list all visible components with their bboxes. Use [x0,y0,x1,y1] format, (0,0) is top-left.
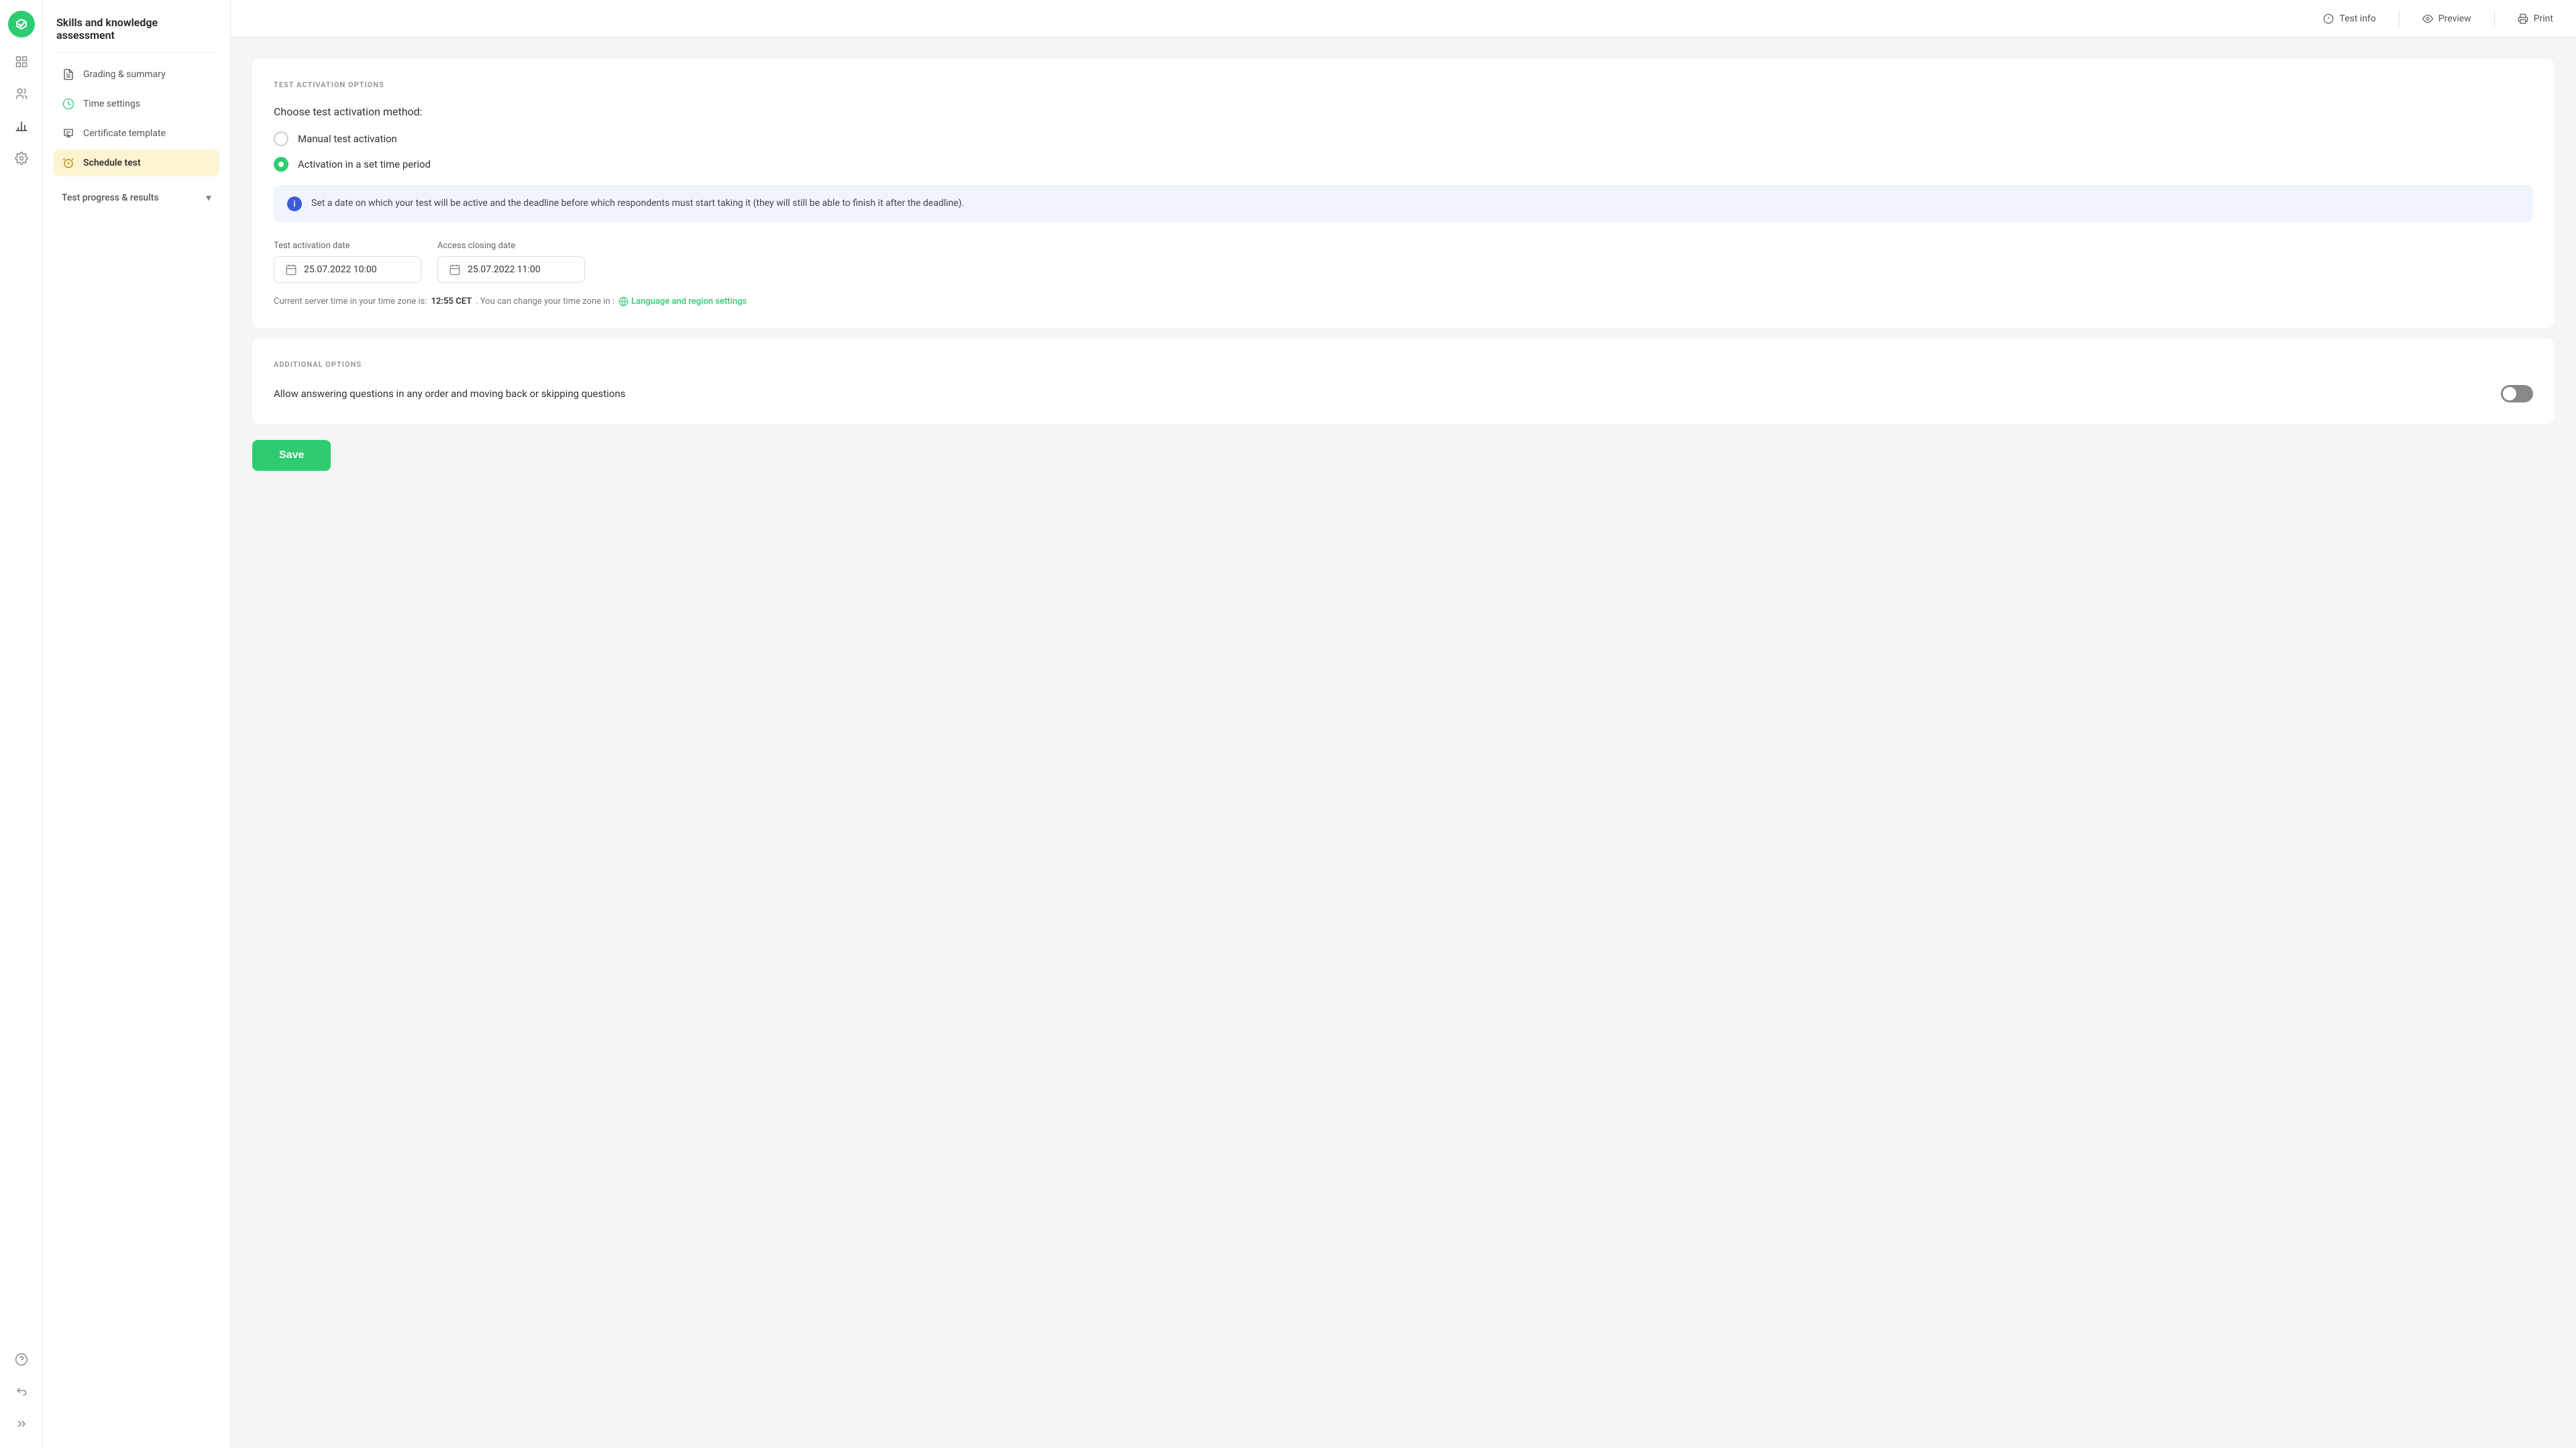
print-icon [2518,13,2528,24]
nav-section-test-progress[interactable]: Test progress & results ▾ [54,184,219,211]
additional-section-label: ADDITIONAL OPTIONS [274,360,2533,369]
cert-icon [62,127,75,140]
info-icon: i [287,197,302,211]
help-icon[interactable] [8,1346,35,1373]
expand-icon[interactable] [8,1410,35,1437]
info-circle-icon [2323,13,2334,24]
back-icon[interactable] [8,1378,35,1405]
closing-date-label: Access closing date [437,241,585,251]
calendar-icon-2 [449,264,461,276]
analytics-icon[interactable] [8,113,35,140]
language-region-label: Language and region settings [631,296,747,307]
sidebar-item-time-label: Time settings [83,99,140,109]
radio-manual-circle [274,131,288,146]
app-logo [8,11,35,38]
radio-set-time-circle [274,157,288,172]
preview-button[interactable]: Preview [2416,9,2478,28]
page-title: Skills and knowledge assessment [54,11,219,53]
sidebar-item-schedule[interactable]: Schedule test [54,150,219,176]
server-time-row: Current server time in your time zone is… [274,296,2533,307]
allow-any-order-toggle[interactable] [2501,385,2533,402]
settings-icon[interactable] [8,145,35,172]
save-button[interactable]: Save [252,440,331,471]
clock-icon [62,97,75,111]
scroll-area: TEST ACTIVATION OPTIONS Choose test acti… [231,38,2576,1448]
print-label: Print [2534,13,2553,24]
globe-icon [619,296,629,307]
icon-sidebar [0,0,43,1448]
toggle-label: Allow answering questions in any order a… [274,388,625,400]
radio-manual-label: Manual test activation [298,133,397,145]
closing-date-input[interactable]: 25.07.2022 11:00 [437,256,585,283]
test-info-button[interactable]: Test info [2316,9,2382,28]
save-button-row: Save [252,435,2555,482]
additional-options-card: ADDITIONAL OPTIONS Allow answering quest… [252,339,2555,424]
activation-section-label: TEST ACTIVATION OPTIONS [274,80,2533,89]
radio-set-time-label: Activation in a set time period [298,158,431,170]
separator-2 [2494,11,2495,27]
radio-set-time[interactable]: Activation in a set time period [274,157,2533,172]
sidebar-item-grading[interactable]: Grading & summary [54,61,219,88]
preview-label: Preview [2438,13,2471,24]
sidebar-item-grading-label: Grading & summary [83,69,166,80]
choose-method-label: Choose test activation method: [274,105,2533,118]
server-time-prefix: Current server time in your time zone is… [274,296,427,307]
doc-icon [62,68,75,81]
alarm-icon [62,156,75,170]
date-fields-row: Test activation date 25.07.2022 10:00 Ac… [274,241,2533,283]
sidebar-item-certificate[interactable]: Certificate template [54,120,219,147]
activation-date-label: Test activation date [274,241,421,251]
closing-date-value: 25.07.2022 11:00 [468,264,541,275]
eye-icon [2422,13,2433,24]
activation-date-group: Test activation date 25.07.2022 10:00 [274,241,421,283]
info-box-text: Set a date on which your test will be ac… [311,196,964,211]
nav-section-label: Test progress & results [62,192,159,203]
calendar-icon-1 [285,264,297,276]
activation-date-value: 25.07.2022 10:00 [304,264,377,275]
toggle-knob [2503,387,2516,400]
test-info-label: Test info [2339,13,2375,24]
dashboard-icon[interactable] [8,48,35,75]
print-button[interactable]: Print [2511,9,2560,28]
sidebar-item-time-settings[interactable]: Time settings [54,91,219,117]
server-time-suffix: . You can change your time zone in : [476,296,614,307]
closing-date-group: Access closing date 25.07.2022 11:00 [437,241,585,283]
language-region-link[interactable]: Language and region settings [619,296,747,307]
radio-manual[interactable]: Manual test activation [274,131,2533,146]
info-box: i Set a date on which your test will be … [274,185,2533,222]
nav-sidebar: Skills and knowledge assessment Grading … [43,0,231,1448]
activation-card: TEST ACTIVATION OPTIONS Choose test acti… [252,59,2555,328]
top-bar: Test info Preview Print [231,0,2576,38]
separator-1 [2399,11,2400,27]
sidebar-item-schedule-label: Schedule test [83,158,141,168]
chevron-down-icon: ▾ [206,191,211,204]
activation-date-input[interactable]: 25.07.2022 10:00 [274,256,421,283]
main-content: Test info Preview Print TEST ACTIVATION … [231,0,2576,1448]
users-icon[interactable] [8,80,35,107]
sidebar-item-certificate-label: Certificate template [83,128,166,139]
server-time-value: 12:55 CET [431,296,472,307]
toggle-row: Allow answering questions in any order a… [274,385,2533,402]
